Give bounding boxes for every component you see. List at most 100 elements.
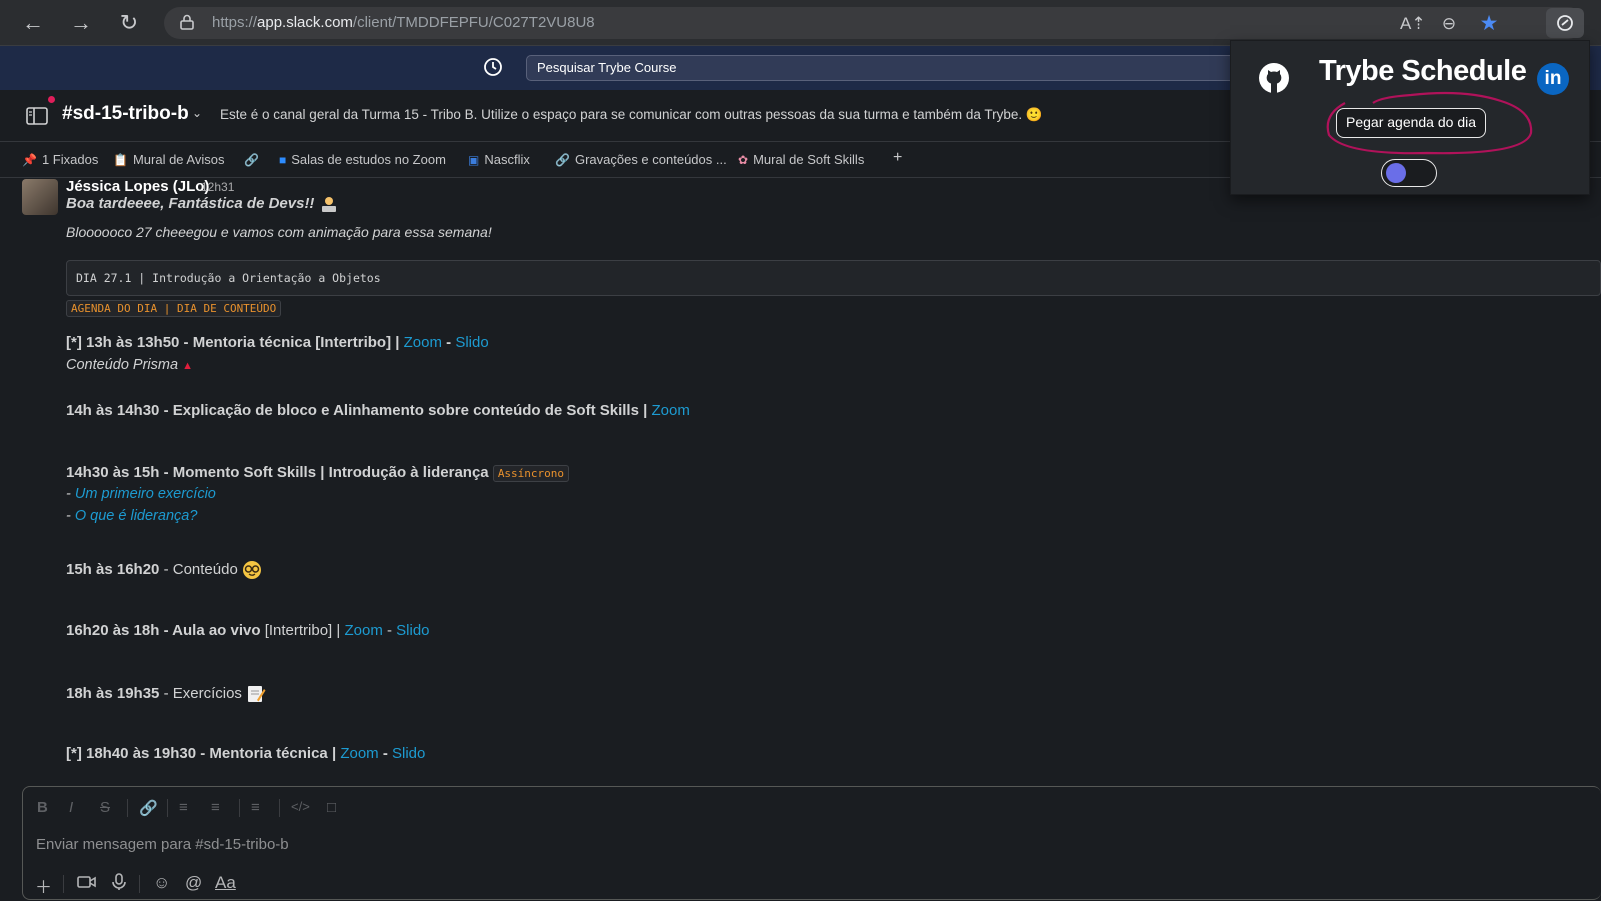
plus-icon[interactable]: ＋ (35, 873, 52, 898)
bookmark-nascflix[interactable]: ▣ Nascflix (468, 152, 530, 167)
message-intro: Bloooooco 27 cheeegou e vamos com animaç… (66, 224, 492, 240)
nerd-face-emoji-icon (242, 560, 262, 580)
tv-icon: ▣ (468, 153, 480, 167)
agenda-item-time: 18h às 19h35 (66, 684, 160, 702)
agenda-item-text: [*] 18h40 às 19h30 - Mentoria técnica | (66, 745, 341, 762)
search-placeholder: Pesquisar Trybe Course (537, 60, 677, 75)
theme-toggle[interactable] (1381, 159, 1437, 187)
toggle-knob (1386, 163, 1406, 183)
bookmark-gravacoes[interactable]: 🔗 Gravações e conteúdos ... (555, 152, 727, 167)
bookmark-pinned[interactable]: 📌 1 Fixados (22, 152, 98, 167)
async-tag: Assíncrono (492, 465, 570, 482)
lock-icon (180, 14, 194, 30)
agenda-item: 14h30 às 15h - Momento Soft Skills | Int… (66, 464, 570, 482)
link-icon[interactable]: 🔗 (139, 799, 158, 817)
forward-icon[interactable]: → (68, 10, 94, 36)
microphone-svg (112, 873, 126, 890)
exercise-link[interactable]: Um primeiro exercício (75, 486, 216, 502)
zoom-out-icon[interactable]: ⊖ (1438, 13, 1460, 35)
zoom-icon: ■ (279, 153, 287, 167)
url-text: https://app.slack.com/client/TMDDFEPFU/C… (212, 14, 595, 31)
ordered-list-icon[interactable]: ≡ (179, 799, 188, 816)
strike-button[interactable]: S (100, 799, 110, 816)
linkedin-icon[interactable]: in (1537, 63, 1569, 95)
bookmark-mural-avisos[interactable]: 📋 Mural de Avisos (113, 152, 224, 167)
code-block-icon[interactable]: □ (327, 799, 336, 816)
agenda-item-text: - Exercícios (159, 684, 242, 702)
bookmark-label: Mural de Soft Skills (753, 152, 865, 167)
zoom-link[interactable]: Zoom (340, 745, 378, 762)
bold-button[interactable]: B (37, 799, 48, 816)
agenda-subitem: - Um primeiro exercício (66, 486, 216, 502)
agenda-item-text: [Intertribo] | (260, 622, 345, 639)
history-icon[interactable] (482, 56, 504, 78)
zoom-link[interactable]: Zoom (651, 402, 689, 419)
chevron-down-icon[interactable]: ⌄ (192, 106, 202, 120)
bookmark-soft-skills[interactable]: ✿ Mural de Soft Skills (738, 152, 864, 167)
divider (139, 875, 140, 893)
divider (63, 875, 64, 893)
italic-button[interactable]: I (69, 799, 73, 816)
add-bookmark-button[interactable]: + (893, 149, 902, 167)
message-timestamp[interactable]: 12h31 (201, 180, 234, 194)
message-author[interactable]: Jéssica Lopes (JLo) (66, 178, 209, 195)
code-icon[interactable]: </> (291, 799, 310, 814)
zoom-link[interactable]: Zoom (344, 622, 382, 639)
bookmark-link[interactable]: 🔗 (244, 152, 264, 167)
video-icon[interactable] (77, 873, 97, 896)
code-block: DIA 27.1 | Introdução a Orientação a Obj… (66, 260, 1601, 296)
url-host: app.slack.com (257, 14, 353, 31)
leadership-link[interactable]: O que é liderança? (75, 508, 198, 524)
agenda-tag: AGENDA DO DIA | DIA DE CONTEÚDO (66, 299, 282, 317)
extension-button[interactable] (1546, 8, 1584, 38)
search-input[interactable]: Pesquisar Trybe Course (526, 55, 1296, 81)
agenda-subitem: - O que é liderança? (66, 508, 197, 524)
person-laptop-emoji-icon (319, 194, 339, 214)
popup-title: Trybe Schedule (1319, 55, 1527, 87)
agenda-subitem: Conteúdo Prisma ▲ (66, 357, 193, 373)
divider (167, 799, 168, 817)
address-bar[interactable]: https://app.slack.com/client/TMDDFEPFU/C… (164, 7, 1584, 39)
agenda-item: 14h às 14h30 - Explicação de bloco e Ali… (66, 402, 690, 419)
separator: - (441, 334, 456, 351)
channel-topic: Este é o canal geral da Turma 15 - Tribo… (220, 107, 1043, 122)
bookmark-salas-zoom[interactable]: ■ Salas de estudos no Zoom (279, 152, 446, 167)
url-path: /client/TMDDFEPFU/C027T2VU8U8 (352, 14, 595, 31)
message-greeting: Boa tardeeee, Fantástica de Devs!! (66, 194, 339, 214)
slido-link[interactable]: Slido (455, 334, 488, 351)
pin-icon: 📌 (22, 153, 37, 167)
slido-link[interactable]: Slido (396, 622, 429, 639)
back-icon[interactable]: ← (20, 10, 46, 36)
plus-icon: + (893, 149, 903, 166)
mention-icon[interactable]: @ (185, 873, 202, 893)
message-input[interactable]: Enviar mensagem para #sd-15-tribo-b (36, 836, 289, 853)
video-camera-svg (77, 876, 96, 888)
red-triangle-icon: ▲ (182, 360, 193, 372)
github-icon[interactable] (1257, 61, 1291, 95)
blockquote-icon[interactable]: ≡ (251, 799, 260, 816)
avatar[interactable] (22, 179, 58, 215)
subitem-text: Conteúdo Prisma (66, 357, 179, 373)
agenda-tag-text: AGENDA DO DIA | DIA DE CONTEÚDO (66, 300, 282, 317)
notification-dot (48, 96, 55, 103)
bulleted-list-icon[interactable]: ≡ (211, 799, 220, 816)
sidebar-toggle-icon[interactable] (26, 106, 48, 126)
bookmark-label: Gravações e conteúdos ... (574, 152, 727, 167)
slido-link[interactable]: Slido (392, 745, 425, 762)
agenda-item: 16h20 às 18h - Aula ao vivo [Intertribo]… (66, 622, 430, 639)
read-aloud-icon[interactable]: A⇡ (1400, 13, 1426, 35)
text-format-button[interactable]: Aa (215, 873, 236, 893)
agenda-item-text: [*] 13h às 13h50 - Mentoria técnica [Int… (66, 334, 404, 351)
reload-icon[interactable]: ↻ (116, 10, 142, 36)
emoji-icon[interactable]: ☺ (153, 873, 170, 893)
channel-name[interactable]: #sd-15-tribo-b (62, 103, 189, 125)
agenda-item-text: 14h30 às 15h - Momento Soft Skills | Int… (66, 464, 493, 481)
message-composer[interactable]: B I S 🔗 ≡ ≡ ≡ </> □ Enviar mensagem para… (22, 786, 1601, 900)
zoom-link[interactable]: Zoom (404, 334, 442, 351)
microphone-icon[interactable] (111, 873, 127, 896)
divider (239, 799, 240, 817)
link-icon: 🔗 (555, 153, 570, 167)
favorite-star-icon[interactable]: ★ (1478, 13, 1500, 35)
divider (279, 799, 280, 817)
get-agenda-button[interactable]: Pegar agenda do dia (1336, 108, 1486, 138)
